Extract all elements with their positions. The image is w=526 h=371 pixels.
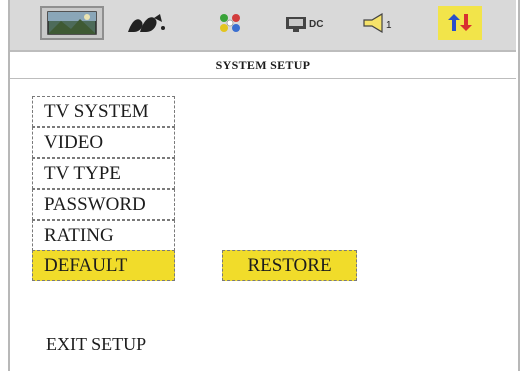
page-title: SYSTEM SETUP [10,52,516,79]
toolbar: DC 1 [10,0,516,52]
speaker-icon: 1 [363,12,392,34]
svg-text:1: 1 [386,20,392,31]
dolby-icon [128,14,165,32]
tab-system-setup[interactable] [438,6,482,40]
tab-tv[interactable]: DC [282,6,332,40]
restore-button[interactable]: RESTORE [222,250,357,281]
tab-audio[interactable]: 1 [355,6,405,40]
exit-setup-button[interactable]: EXIT SETUP [46,334,146,355]
color-dots-icon [220,14,240,32]
tv-dc-icon: DC [286,17,323,32]
menu-item-video[interactable]: VIDEO [32,127,175,158]
tab-audio-effect[interactable] [122,6,170,40]
landscape-picture-icon [47,11,97,35]
tab-picture[interactable] [40,6,104,40]
swap-arrows-icon [448,14,472,31]
menu-item-default[interactable]: DEFAULT [32,250,175,281]
menu-item-tv-system[interactable]: TV SYSTEM [32,96,175,127]
svg-text:DC: DC [309,19,323,30]
menu-item-tv-type[interactable]: TV TYPE [32,158,175,189]
tab-color[interactable] [210,6,250,40]
menu-item-rating[interactable]: RATING [32,220,175,251]
menu-item-password[interactable]: PASSWORD [32,189,175,220]
